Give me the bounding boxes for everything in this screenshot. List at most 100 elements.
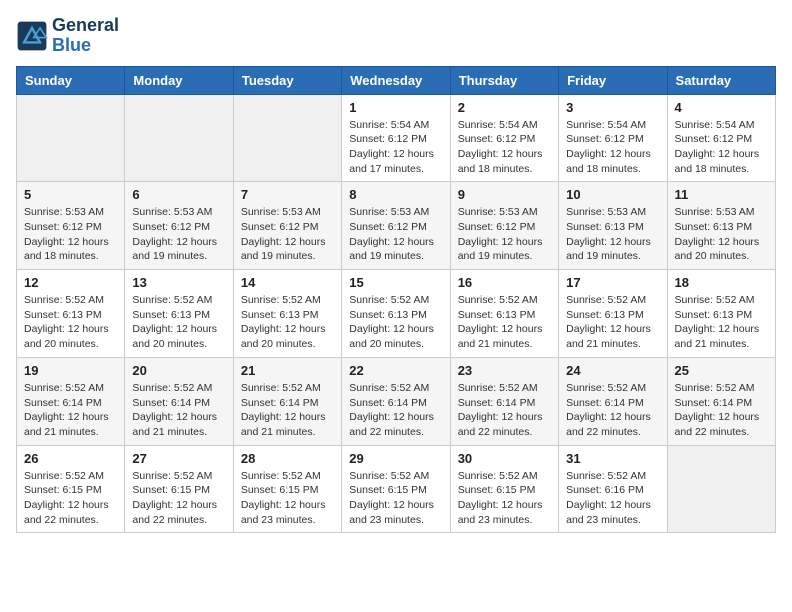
calendar-cell: 15 Sunrise: 5:52 AM Sunset: 6:13 PM Dayli… (342, 270, 450, 358)
day-info: Sunrise: 5:54 AM Sunset: 6:12 PM Dayligh… (675, 118, 768, 177)
day-number: 26 (24, 451, 117, 466)
day-info: Sunrise: 5:52 AM Sunset: 6:13 PM Dayligh… (349, 293, 442, 352)
day-info: Sunrise: 5:52 AM Sunset: 6:13 PM Dayligh… (24, 293, 117, 352)
calendar-week-row: 12Sunrise: 5:52 AM Sunset: 6:13 PM Dayli… (17, 270, 776, 358)
calendar-cell: 6Sunrise: 5:53 AM Sunset: 6:12 PM Daylig… (125, 182, 233, 270)
calendar-cell: 28Sunrise: 5:52 AM Sunset: 6:15 PM Dayli… (233, 445, 341, 533)
day-info: Sunrise: 5:52 AM Sunset: 6:15 PM Dayligh… (132, 469, 225, 528)
day-info: Sunrise: 5:53 AM Sunset: 6:12 PM Dayligh… (24, 205, 117, 264)
day-number: 30 (458, 451, 551, 466)
day-info: Sunrise: 5:52 AM Sunset: 6:14 PM Dayligh… (132, 381, 225, 440)
day-number: 15 (349, 275, 442, 290)
calendar-cell: 25 Sunrise: 5:52 AM Sunset: 6:14 PM Dayli… (667, 357, 775, 445)
calendar-header-row: SundayMondayTuesdayWednesdayThursdayFrid… (17, 66, 776, 94)
calendar-cell: 4Sunrise: 5:54 AM Sunset: 6:12 PM Daylig… (667, 94, 775, 182)
calendar-cell: 29Sunrise: 5:52 AM Sunset: 6:15 PM Dayli… (342, 445, 450, 533)
day-number: 22 (349, 363, 442, 378)
calendar-cell: 1 Sunrise: 5:54 AM Sunset: 6:12 PM Daylig… (342, 94, 450, 182)
calendar-cell (667, 445, 775, 533)
day-info: Sunrise: 5:52 AM Sunset: 6:13 PM Dayligh… (132, 293, 225, 352)
calendar-header-friday: Friday (559, 66, 667, 94)
day-number: 11 (675, 187, 768, 202)
day-info: Sunrise: 5:52 AM Sunset: 6:15 PM Dayligh… (24, 469, 117, 528)
day-number: 5 (24, 187, 117, 202)
calendar-table: SundayMondayTuesdayWednesdayThursdayFrid… (16, 66, 776, 534)
day-number: 25 (675, 363, 768, 378)
day-number: 24 (566, 363, 659, 378)
day-info: Sunrise: 5:52 AM Sunset: 6:14 PM Dayligh… (241, 381, 334, 440)
calendar-cell: 23Sunrise: 5:52 AM Sunset: 6:14 PM Dayli… (450, 357, 558, 445)
day-number: 29 (349, 451, 442, 466)
day-number: 2 (458, 100, 551, 115)
day-info: Sunrise: 5:52 AM Sunset: 6:15 PM Dayligh… (241, 469, 334, 528)
day-number: 20 (132, 363, 225, 378)
calendar-week-row: 26 Sunrise: 5:52 AM Sunset: 6:15 PM Dayli… (17, 445, 776, 533)
day-number: 31 (566, 451, 659, 466)
calendar-cell: 10 Sunrise: 5:53 AM Sunset: 6:13 PM Dayli… (559, 182, 667, 270)
calendar-cell: 11 Sunrise: 5:53 AM Sunset: 6:13 PM Dayli… (667, 182, 775, 270)
page-header: General Blue (16, 16, 776, 56)
calendar-cell: 22 Sunrise: 5:52 AM Sunset: 6:14 PM Dayli… (342, 357, 450, 445)
logo: General Blue (16, 16, 119, 56)
logo-text-line1: General (52, 16, 119, 36)
calendar-cell: 21Sunrise: 5:52 AM Sunset: 6:14 PM Dayli… (233, 357, 341, 445)
day-number: 9 (458, 187, 551, 202)
calendar-week-row: 5 Sunrise: 5:53 AM Sunset: 6:12 PM Daylig… (17, 182, 776, 270)
day-info: Sunrise: 5:52 AM Sunset: 6:13 PM Dayligh… (241, 293, 334, 352)
day-number: 19 (24, 363, 117, 378)
calendar-header-monday: Monday (125, 66, 233, 94)
calendar-cell: 8 Sunrise: 5:53 AM Sunset: 6:12 PM Daylig… (342, 182, 450, 270)
logo-text-line2: Blue (52, 36, 119, 56)
calendar-cell: 12Sunrise: 5:52 AM Sunset: 6:13 PM Dayli… (17, 270, 125, 358)
calendar-cell: 24 Sunrise: 5:52 AM Sunset: 6:14 PM Dayli… (559, 357, 667, 445)
logo-icon (16, 20, 48, 52)
day-info: Sunrise: 5:52 AM Sunset: 6:16 PM Dayligh… (566, 469, 659, 528)
day-info: Sunrise: 5:52 AM Sunset: 6:13 PM Dayligh… (675, 293, 768, 352)
day-info: Sunrise: 5:53 AM Sunset: 6:13 PM Dayligh… (566, 205, 659, 264)
calendar-header-sunday: Sunday (17, 66, 125, 94)
calendar-cell: 17Sunrise: 5:52 AM Sunset: 6:13 PM Dayli… (559, 270, 667, 358)
day-info: Sunrise: 5:54 AM Sunset: 6:12 PM Dayligh… (349, 118, 442, 177)
day-number: 13 (132, 275, 225, 290)
day-info: Sunrise: 5:52 AM Sunset: 6:13 PM Dayligh… (566, 293, 659, 352)
day-number: 10 (566, 187, 659, 202)
day-number: 3 (566, 100, 659, 115)
day-info: Sunrise: 5:54 AM Sunset: 6:12 PM Dayligh… (458, 118, 551, 177)
calendar-cell: 9 Sunrise: 5:53 AM Sunset: 6:12 PM Daylig… (450, 182, 558, 270)
calendar-cell (17, 94, 125, 182)
calendar-cell: 3 Sunrise: 5:54 AM Sunset: 6:12 PM Daylig… (559, 94, 667, 182)
day-number: 8 (349, 187, 442, 202)
day-info: Sunrise: 5:52 AM Sunset: 6:14 PM Dayligh… (24, 381, 117, 440)
day-number: 6 (132, 187, 225, 202)
day-info: Sunrise: 5:53 AM Sunset: 6:12 PM Dayligh… (241, 205, 334, 264)
calendar-cell: 14Sunrise: 5:52 AM Sunset: 6:13 PM Dayli… (233, 270, 341, 358)
calendar-cell: 2 Sunrise: 5:54 AM Sunset: 6:12 PM Daylig… (450, 94, 558, 182)
calendar-cell: 31 Sunrise: 5:52 AM Sunset: 6:16 PM Dayli… (559, 445, 667, 533)
day-number: 1 (349, 100, 442, 115)
day-info: Sunrise: 5:52 AM Sunset: 6:14 PM Dayligh… (458, 381, 551, 440)
day-info: Sunrise: 5:52 AM Sunset: 6:13 PM Dayligh… (458, 293, 551, 352)
day-info: Sunrise: 5:52 AM Sunset: 6:14 PM Dayligh… (349, 381, 442, 440)
day-number: 27 (132, 451, 225, 466)
day-info: Sunrise: 5:52 AM Sunset: 6:14 PM Dayligh… (675, 381, 768, 440)
day-number: 18 (675, 275, 768, 290)
calendar-cell (125, 94, 233, 182)
day-number: 7 (241, 187, 334, 202)
day-info: Sunrise: 5:52 AM Sunset: 6:15 PM Dayligh… (458, 469, 551, 528)
calendar-header-wednesday: Wednesday (342, 66, 450, 94)
calendar-cell: 13 Sunrise: 5:52 AM Sunset: 6:13 PM Dayli… (125, 270, 233, 358)
calendar-cell: 19 Sunrise: 5:52 AM Sunset: 6:14 PM Dayli… (17, 357, 125, 445)
day-number: 16 (458, 275, 551, 290)
day-info: Sunrise: 5:53 AM Sunset: 6:12 PM Dayligh… (458, 205, 551, 264)
day-info: Sunrise: 5:53 AM Sunset: 6:12 PM Dayligh… (349, 205, 442, 264)
day-info: Sunrise: 5:52 AM Sunset: 6:14 PM Dayligh… (566, 381, 659, 440)
calendar-cell: 16 Sunrise: 5:52 AM Sunset: 6:13 PM Dayli… (450, 270, 558, 358)
day-info: Sunrise: 5:53 AM Sunset: 6:13 PM Dayligh… (675, 205, 768, 264)
calendar-cell: 20 Sunrise: 5:52 AM Sunset: 6:14 PM Dayli… (125, 357, 233, 445)
calendar-header-tuesday: Tuesday (233, 66, 341, 94)
calendar-cell: 7 Sunrise: 5:53 AM Sunset: 6:12 PM Daylig… (233, 182, 341, 270)
calendar-header-saturday: Saturday (667, 66, 775, 94)
calendar-cell: 5 Sunrise: 5:53 AM Sunset: 6:12 PM Daylig… (17, 182, 125, 270)
day-info: Sunrise: 5:54 AM Sunset: 6:12 PM Dayligh… (566, 118, 659, 177)
calendar-cell: 30 Sunrise: 5:52 AM Sunset: 6:15 PM Dayli… (450, 445, 558, 533)
